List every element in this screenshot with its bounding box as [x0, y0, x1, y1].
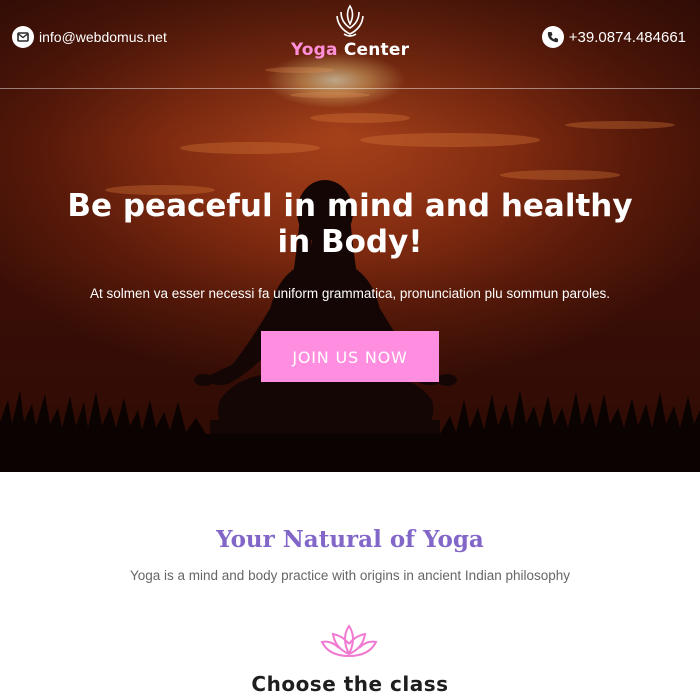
hero-headline: Be peaceful in mind and healthy in Body!	[67, 188, 633, 260]
top-bar: info@webdomus.net Yoga Center +39.0874.4…	[0, 0, 700, 89]
email-text[interactable]: info@webdomus.net	[39, 29, 167, 45]
hero-banner: info@webdomus.net Yoga Center +39.0874.4…	[0, 0, 700, 472]
lotus-hands-icon	[336, 4, 364, 37]
logo-text: Yoga Center	[290, 40, 410, 60]
envelope-icon	[12, 26, 34, 48]
logo-word-yoga: Yoga	[290, 40, 338, 60]
email-contact[interactable]: info@webdomus.net	[12, 26, 167, 48]
section-subtitle: Yoga is a mind and body practice with or…	[129, 568, 571, 583]
hero-subline: At solmen va esser necessi fa uniform gr…	[90, 286, 610, 301]
site-logo[interactable]: Yoga Center	[290, 4, 410, 60]
section-title: Your Natural of Yoga	[216, 526, 484, 553]
lotus-icon	[320, 624, 378, 657]
intro-section: Your Natural of Yoga Yoga is a mind and …	[0, 472, 700, 700]
hero-content: Be peaceful in mind and healthy in Body!…	[0, 188, 700, 382]
join-us-button[interactable]: JOIN US NOW	[261, 331, 439, 382]
phone-icon	[541, 26, 564, 48]
grass-silhouette	[0, 390, 700, 472]
phone-text[interactable]: +39.0874.484661	[569, 29, 686, 46]
class-heading: Choose the class	[251, 672, 449, 696]
logo-word-center: Center	[343, 40, 410, 60]
phone-contact[interactable]: +39.0874.484661	[541, 26, 686, 48]
